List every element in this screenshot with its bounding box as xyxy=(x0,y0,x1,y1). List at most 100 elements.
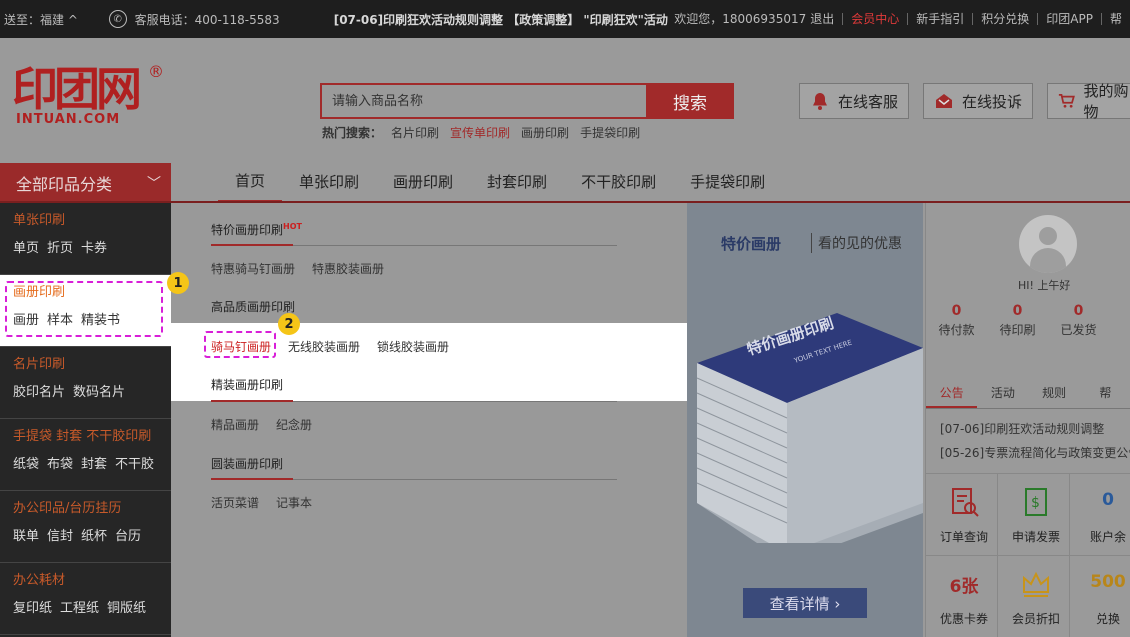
hot-badge: HOT xyxy=(283,222,302,231)
sidebar-link[interactable]: 信封 xyxy=(47,525,73,544)
sidebar-link[interactable]: 纸袋 xyxy=(13,453,39,472)
sidebar-group[interactable]: 名片印刷 胶印名片 数码名片 xyxy=(0,347,171,419)
hot-item[interactable]: 手提袋印刷 xyxy=(580,124,640,141)
sidebar-link[interactable]: 台历 xyxy=(115,525,141,544)
search-button[interactable]: 搜索 xyxy=(646,83,734,119)
nav-item[interactable]: 手提袋印刷 xyxy=(673,163,782,202)
points-value: 500 xyxy=(1090,572,1126,592)
stat-label: 待 xyxy=(1109,321,1130,338)
sidebar-link[interactable]: 工程纸 xyxy=(60,597,99,616)
sidebar-link[interactable]: 联单 xyxy=(13,525,39,544)
tab-rules[interactable]: 规则 xyxy=(1029,381,1080,408)
promo-banner[interactable]: 特价画册 看的见的优惠 特价画册印刷 YOUR TEXT HERE 查看详情 › xyxy=(687,203,923,637)
location-text: 送至：福建 ^ xyxy=(4,12,78,27)
hot-item[interactable]: 宣传单印刷 xyxy=(450,124,510,141)
sidebar-link[interactable]: 纸杯 xyxy=(81,525,107,544)
stat-shipped[interactable]: 0 已发货 xyxy=(1048,303,1109,338)
stat-pending-payment[interactable]: 0 待付款 xyxy=(926,303,987,338)
panel-link[interactable]: 纪念册 xyxy=(276,416,312,433)
nav-item[interactable]: 画册印刷 xyxy=(376,163,470,202)
stat-other[interactable]: 0待 xyxy=(1109,303,1130,338)
phone-text: 客服电话：400-118-5583 xyxy=(134,12,280,27)
app-link[interactable]: 印团APP xyxy=(1037,13,1101,25)
sidebar-link[interactable]: 单页 xyxy=(13,237,39,256)
panel-divider xyxy=(211,478,617,480)
online-complaint-button[interactable]: 在线投诉 xyxy=(923,83,1034,119)
panel-link[interactable]: 锁线胶装画册 xyxy=(377,338,449,355)
sidebar-link[interactable]: 封套 xyxy=(81,453,107,472)
search-input[interactable] xyxy=(320,83,646,119)
sidebar-link[interactable]: 布袋 xyxy=(47,453,73,472)
sidebar-group-title[interactable]: 名片印刷 xyxy=(13,355,171,375)
order-query-tile[interactable]: 订单查询 xyxy=(926,474,998,556)
panel-section-title[interactable]: 高品质画册印刷 xyxy=(211,298,295,315)
tab-announcements[interactable]: 公告 xyxy=(926,381,978,408)
nav-item[interactable]: 单张印刷 xyxy=(282,163,376,202)
coupons-tile[interactable]: 6张 优惠卡券 xyxy=(926,556,998,637)
exchange-tile[interactable]: 500 兑换 xyxy=(1070,556,1130,637)
stat-count: 0 xyxy=(1012,303,1023,319)
news-item[interactable]: [07-06]印刷狂欢活动规则调整 xyxy=(940,417,1130,441)
panel-link[interactable]: 活页菜谱 xyxy=(211,494,259,511)
panel-link[interactable]: 记事本 xyxy=(276,494,312,511)
hot-label: 热门搜索： xyxy=(322,126,383,140)
banner-subtitle: 看的见的优惠 xyxy=(811,233,902,253)
sidebar-group[interactable]: 手提袋 封套 不干胶印刷 纸袋 布袋 封套 不干胶 xyxy=(0,419,171,491)
panel-section-title[interactable]: 特价画册印刷HOT xyxy=(211,221,302,238)
member-discount-tile[interactable]: 会员折扣 xyxy=(998,556,1070,637)
sidebar-group[interactable]: 单张印刷 单页 折页 卡券 xyxy=(0,203,171,275)
panel-link[interactable]: 特惠胶装画册 xyxy=(312,260,384,277)
tab-activities[interactable]: 活动 xyxy=(977,381,1028,408)
panel-section-title[interactable]: 精装画册印刷 xyxy=(211,376,283,393)
sidebar-group-title[interactable]: 单张印刷 xyxy=(13,211,171,231)
sidebar-group[interactable]: 办公印品/台历挂历 联单 信封 纸杯 台历 xyxy=(0,491,171,563)
tab-help[interactable]: 帮 xyxy=(1080,381,1130,408)
sidebar-group-title[interactable]: 办公印品/台历挂历 xyxy=(13,499,171,519)
panel-link[interactable]: 无线胶装画册 xyxy=(288,338,360,355)
balance-tile[interactable]: 0 账户余 xyxy=(1070,474,1130,556)
view-details-button[interactable]: 查看详情 › xyxy=(743,588,867,618)
help-link[interactable]: 帮 xyxy=(1100,13,1130,25)
panel-link[interactable]: 精品画册 xyxy=(211,416,259,433)
sidebar-link[interactable]: 折页 xyxy=(47,237,73,256)
notice-ticker[interactable]: [07-06]印刷狂欢活动规则调整 【政策调整】 "印刷狂欢"活动 xyxy=(334,11,675,28)
sidebar-group[interactable]: 办公耗材 复印纸 工程纸 铜版纸 xyxy=(0,563,171,635)
all-categories-button[interactable]: 全部印品分类 ﹀ xyxy=(0,163,171,202)
nav-item[interactable]: 不干胶印刷 xyxy=(564,163,673,202)
guide-link[interactable]: 新手指引 xyxy=(907,13,972,25)
online-service-button[interactable]: 在线客服 xyxy=(799,83,910,119)
news-item[interactable]: [05-26]专票流程简化与政策变更公告 xyxy=(940,441,1130,465)
sidebar-group-title[interactable]: 手提袋 封套 不干胶印刷 xyxy=(13,427,171,447)
sidebar-link[interactable]: 数码名片 xyxy=(73,381,125,400)
category-sidebar: 单张印刷 单页 折页 卡券 画册印刷 画册 样本 精装书 名片印刷 胶印名片 数… xyxy=(0,203,171,637)
nav-item-home[interactable]: 首页 xyxy=(218,163,283,202)
sidebar-link[interactable]: 铜版纸 xyxy=(107,597,146,616)
my-cart-button[interactable]: 我的购物 xyxy=(1047,82,1130,121)
complaint-icon xyxy=(936,94,952,108)
hot-item[interactable]: 名片印刷 xyxy=(391,124,439,141)
invoice-tile[interactable]: $ 申请发票 xyxy=(998,474,1070,556)
phone-icon: ✆ xyxy=(108,10,127,28)
member-center-link[interactable]: 会员中心 xyxy=(842,13,907,25)
sidebar-link[interactable]: 胶印名片 xyxy=(13,381,65,400)
logout-link[interactable]: 退出 xyxy=(810,13,842,25)
site-logo[interactable]: 印团网 ® INTUAN.COM xyxy=(12,62,164,136)
category-dropdown-panel: 特价画册印刷HOT 特惠骑马钉画册 特惠胶装画册 高品质画册印刷 骑马钉画册 无… xyxy=(171,203,687,637)
panel-section-title[interactable]: 圆装画册印刷 xyxy=(211,455,283,472)
location-selector[interactable]: 送至：福建 ^ xyxy=(0,11,109,28)
points-link[interactable]: 积分兑换 xyxy=(972,13,1037,25)
panel-links: 精品画册 纪念册 xyxy=(211,416,312,433)
sidebar-link[interactable]: 复印纸 xyxy=(13,597,52,616)
panel-section-title-text: 特价画册印刷 xyxy=(211,223,284,237)
stat-label: 已发货 xyxy=(1060,323,1097,337)
hot-item[interactable]: 画册印刷 xyxy=(521,124,569,141)
my-cart-label: 我的购物 xyxy=(1083,82,1129,121)
cart-icon xyxy=(1058,94,1075,108)
sidebar-link[interactable]: 卡券 xyxy=(81,237,107,256)
nav-item[interactable]: 封套印刷 xyxy=(470,163,564,202)
sidebar-link[interactable]: 不干胶 xyxy=(115,453,154,472)
sidebar-group-title[interactable]: 办公耗材 xyxy=(13,571,171,591)
panel-link[interactable]: 特惠骑马钉画册 xyxy=(211,260,295,277)
avatar[interactable] xyxy=(1019,215,1077,273)
stat-pending-print[interactable]: 0 待印刷 xyxy=(987,303,1048,338)
